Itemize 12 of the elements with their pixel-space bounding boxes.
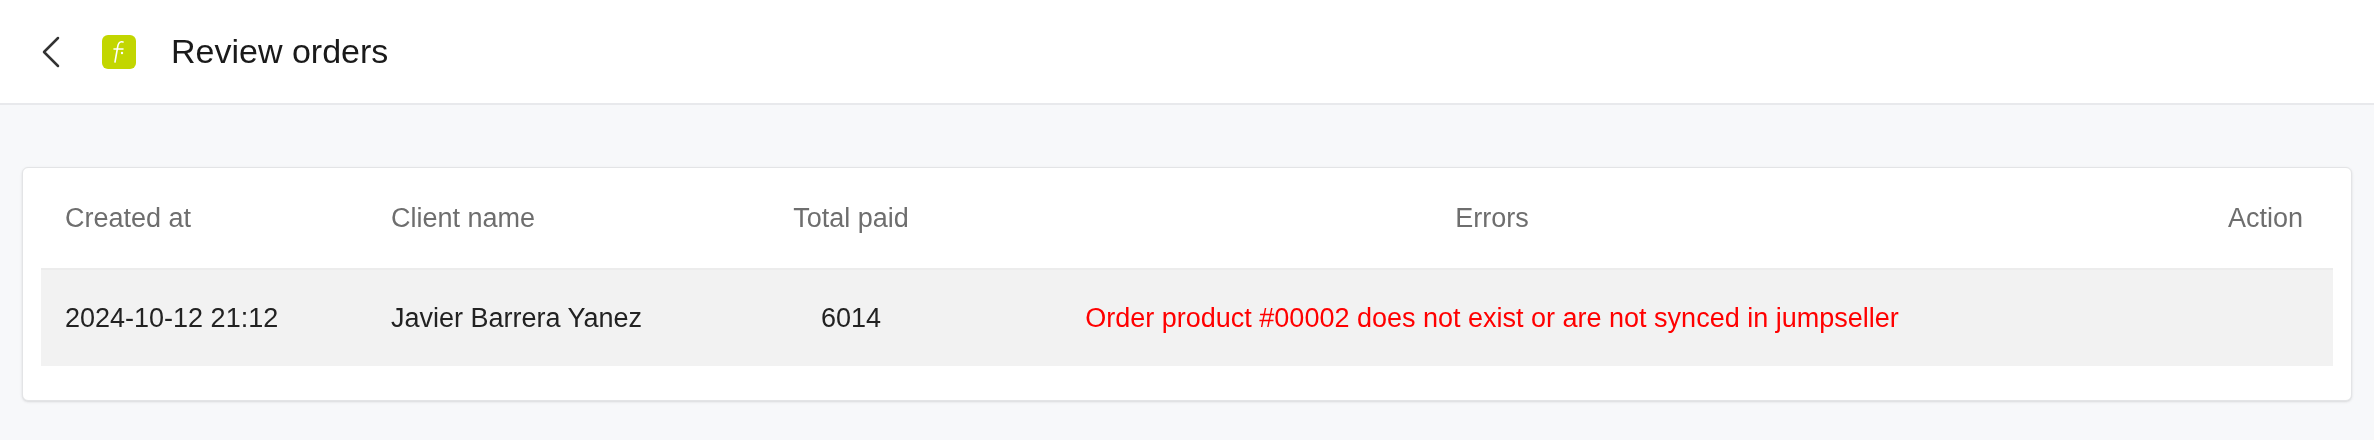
column-header: Errors bbox=[1455, 202, 1529, 233]
page-title: Review orders bbox=[171, 31, 389, 72]
column-header: Total paid bbox=[793, 202, 909, 233]
column-header: Action bbox=[2227, 202, 2303, 233]
table-cell: Javier Barrera Yanez bbox=[391, 302, 643, 333]
back-icon[interactable] bbox=[42, 35, 60, 68]
table-cell: 6014 bbox=[820, 302, 882, 333]
column-header: Created at bbox=[65, 202, 192, 233]
app-logo-icon bbox=[102, 34, 136, 69]
error-message: Order product #00002 does not exist or are not synced in jumpseller bbox=[1085, 302, 1899, 333]
column-header: Client name bbox=[391, 202, 536, 233]
table-cell: 2024-10-12 21:12 bbox=[65, 302, 279, 333]
